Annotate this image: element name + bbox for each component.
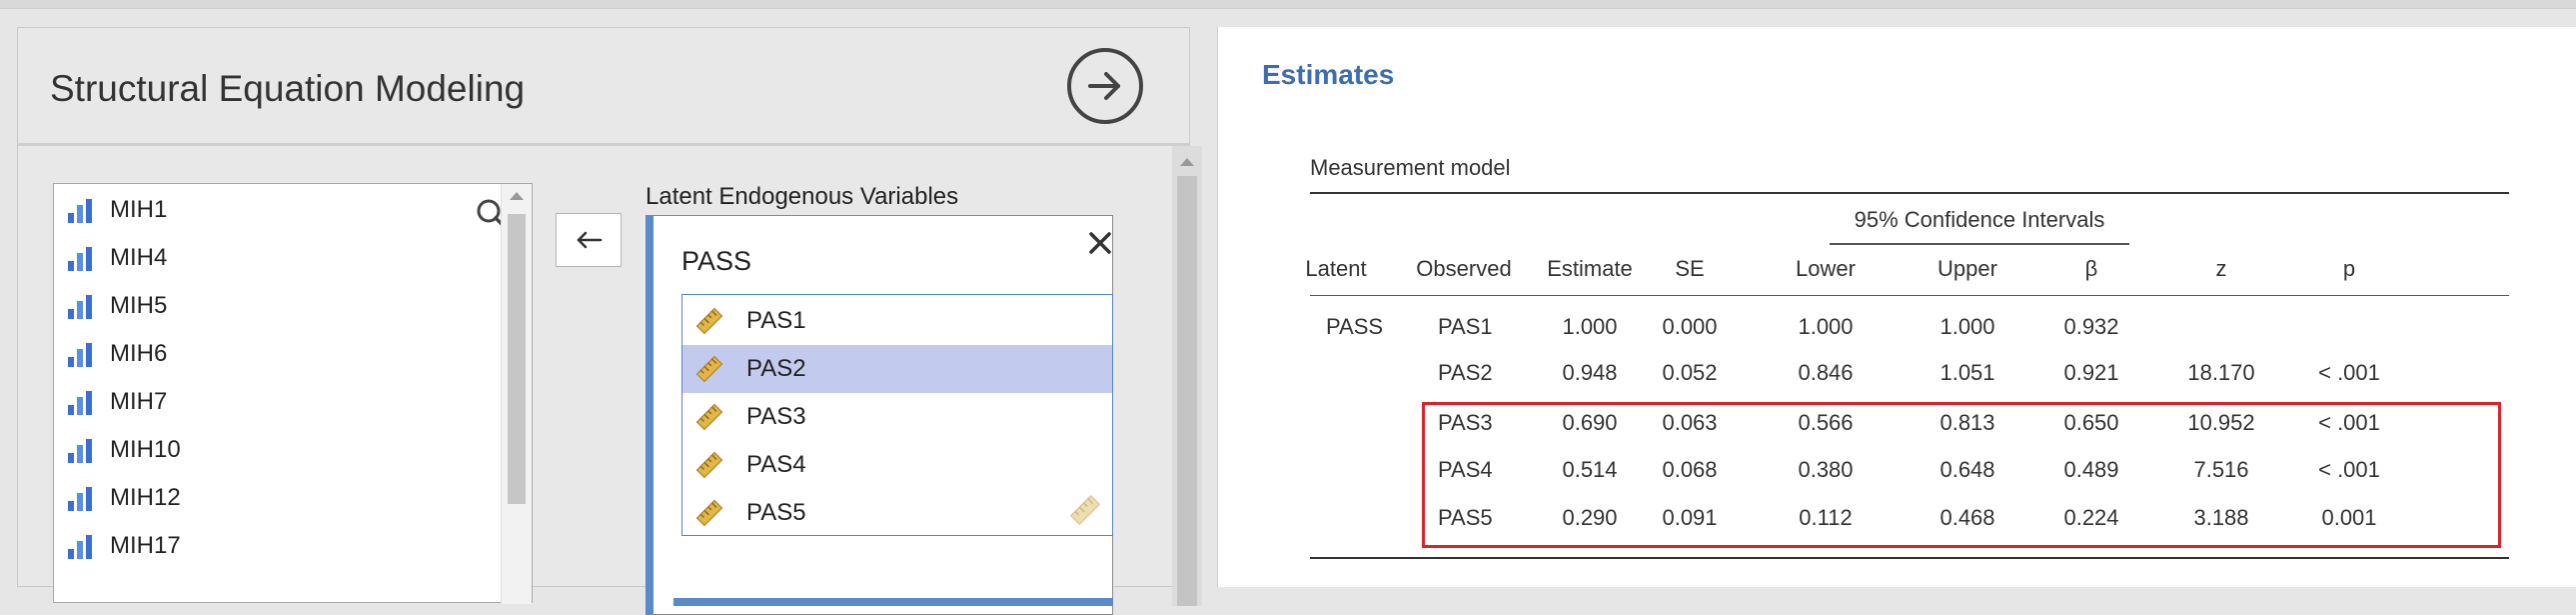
table-bottom-rule — [1310, 557, 2509, 559]
nominal-bar-icon — [68, 487, 92, 511]
run-analysis-button[interactable] — [1067, 48, 1143, 124]
variable-name: MIH17 — [110, 532, 181, 559]
analysis-options-panel: Structural Equation Modeling MIH1 MIH4 MIH… — [17, 27, 1202, 615]
ruler-icon — [695, 307, 723, 335]
indicator-item[interactable]: PAS1 — [682, 297, 1112, 345]
table-cell: PAS2 — [1438, 360, 1493, 385]
latent-name-field[interactable]: PASS — [681, 246, 751, 277]
variable-list-item[interactable]: MIH1 — [66, 190, 167, 230]
indicator-name: PAS2 — [746, 355, 806, 382]
nominal-bar-icon — [68, 439, 92, 463]
variable-name: MIH10 — [110, 436, 181, 463]
table-cell: 1.000 — [1798, 314, 1854, 339]
nominal-bar-icon — [68, 343, 92, 367]
move-variable-button[interactable] — [556, 213, 622, 267]
table-cell: 1.000 — [1939, 314, 1995, 339]
indicator-item[interactable]: PAS2 — [682, 345, 1112, 393]
nominal-bar-icon — [68, 535, 92, 559]
table-cell: 0.846 — [1798, 360, 1854, 385]
column-header: p — [2342, 256, 2356, 281]
scroll-up-arrow-icon[interactable] — [510, 192, 524, 200]
table-cell: 0.000 — [1662, 314, 1718, 339]
variable-name: MIH4 — [110, 244, 168, 271]
nominal-bar-icon — [68, 391, 92, 415]
variable-list-item[interactable]: MIH6 — [66, 334, 167, 374]
ruler-icon — [695, 403, 723, 431]
panel-scrollbar[interactable] — [1172, 146, 1202, 606]
header-rule — [1310, 295, 2509, 296]
nominal-bar-icon — [68, 199, 92, 223]
column-header: Upper — [1937, 256, 1997, 281]
ruler-icon — [695, 451, 723, 479]
indicator-item[interactable]: PAS5 — [682, 489, 1112, 537]
table-cell: PASS — [1326, 314, 1384, 339]
ruler-icon — [695, 355, 723, 383]
ci-header: 95% Confidence Intervals — [1854, 207, 2105, 232]
indicator-name: PAS4 — [746, 451, 806, 478]
scrollbar-thumb[interactable] — [508, 214, 526, 504]
table-cell: 0.921 — [2063, 360, 2119, 385]
latent-variable-box[interactable]: PASS PAS1 PAS2 PAS3 PAS4 PAS5 — [645, 215, 1113, 615]
table-cell: 18.170 — [2187, 360, 2255, 385]
table-cell: 0.932 — [2063, 314, 2119, 339]
table-cell: < .001 — [2318, 360, 2380, 385]
variable-list-item[interactable]: MIH17 — [66, 526, 181, 566]
close-icon[interactable] — [1087, 230, 1113, 256]
latent-section-label: Latent Endogenous Variables — [645, 183, 959, 210]
results-heading: Estimates — [1262, 59, 1395, 90]
window-top-bar — [0, 0, 2576, 9]
variable-list-item[interactable]: MIH5 — [66, 286, 167, 326]
column-header: Latent — [1305, 256, 1367, 281]
arrow-left-icon — [577, 231, 603, 249]
column-header: β — [2084, 256, 2098, 281]
table-top-rule — [1310, 192, 2509, 194]
variable-list-scrollbar[interactable] — [501, 184, 532, 604]
panel-header: Structural Equation Modeling — [18, 28, 1189, 146]
variable-name: MIH6 — [110, 340, 168, 367]
variable-list-item[interactable]: MIH4 — [66, 238, 167, 278]
indicator-name: PAS3 — [746, 403, 806, 430]
scroll-up-arrow-icon[interactable] — [1180, 158, 1194, 166]
indicator-item[interactable]: PAS4 — [682, 441, 1112, 489]
ci-header-rule — [1830, 243, 2129, 245]
table-cell: 1.051 — [1939, 360, 1995, 385]
variable-name: MIH7 — [110, 388, 168, 415]
table-cell: 0.052 — [1662, 360, 1718, 385]
available-variables-list[interactable]: MIH1 MIH4 MIH5 MIH6 MIH7 MIH10 MIH12 MIH17 — [53, 183, 533, 604]
indicator-name: PAS1 — [746, 307, 806, 334]
column-header: z — [2215, 256, 2227, 281]
column-header: Lower — [1796, 256, 1856, 281]
indicator-name: PAS5 — [746, 499, 806, 526]
scrollbar-thumb[interactable] — [1177, 176, 1197, 606]
next-latent-box-edge — [673, 598, 1113, 606]
variable-list-item[interactable]: MIH10 — [66, 430, 181, 470]
column-header: Observed — [1416, 256, 1512, 281]
table-title: Measurement model — [1310, 155, 1511, 180]
arrow-right-circle-icon — [1088, 72, 1120, 100]
results-panel: Estimates Measurement model 95% Confiden… — [1217, 27, 2576, 587]
table-cell: PAS1 — [1438, 314, 1493, 339]
variable-list-item[interactable]: MIH12 — [66, 478, 181, 518]
indicator-list[interactable]: PAS1 PAS2 PAS3 PAS4 PAS5 — [681, 294, 1113, 536]
highlight-box — [1422, 402, 2501, 548]
analysis-title: Structural Equation Modeling — [50, 68, 526, 109]
variable-name: MIH5 — [110, 292, 168, 319]
nominal-bar-icon — [68, 295, 92, 319]
variable-name: MIH12 — [110, 484, 181, 511]
indicator-item[interactable]: PAS3 — [682, 393, 1112, 441]
variable-name: MIH1 — [110, 196, 168, 223]
variable-list-item[interactable]: MIH7 — [66, 382, 167, 422]
ruler-icon — [695, 499, 723, 527]
ruler-icon — [1069, 494, 1101, 526]
nominal-bar-icon — [68, 247, 92, 271]
column-header: SE — [1675, 256, 1705, 281]
